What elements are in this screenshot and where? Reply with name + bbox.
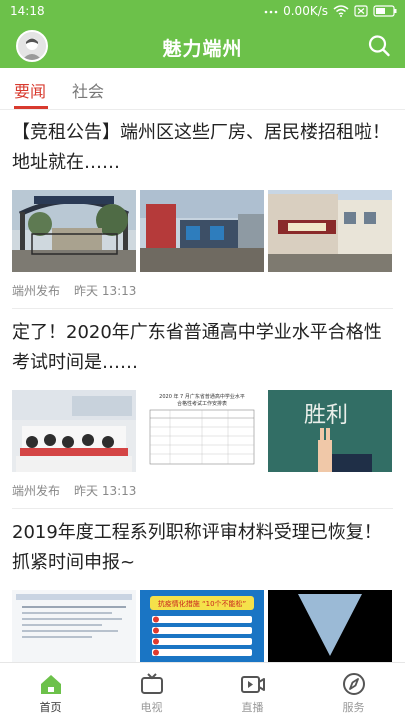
tv-icon [140, 673, 163, 694]
divider [12, 508, 393, 509]
network-speed: 0.00K/s [283, 4, 328, 18]
news-source: 端州发布 [12, 484, 61, 498]
wifi-icon [333, 5, 349, 17]
active-tab-indicator [14, 106, 48, 109]
page-title: 魅力端州 [162, 38, 243, 60]
news-item[interactable]: 【竞租公告】端州区这些厂房、居民楼招租啦！地址就在…… 端州发布 昨天 13:1… [0, 110, 405, 310]
app-bar: 魅力端州 [0, 24, 405, 68]
news-thumbnail [12, 190, 136, 272]
news-item[interactable]: 定了！2020年广东省普通高中学业水平合格性考试时间是…… 2020 年 7 月… [0, 310, 405, 510]
divider [12, 308, 393, 309]
compass-icon [342, 673, 365, 695]
news-meta: 端州发布 昨天 13:13 [12, 282, 136, 299]
nav-live[interactable]: 直播 [202, 663, 303, 720]
more-dots-icon [264, 5, 278, 17]
nav-service[interactable]: 服务 [303, 663, 404, 720]
tab-society[interactable]: 社会 [72, 78, 104, 102]
status-bar: 14:18 0.00K/s [0, 0, 405, 24]
nav-tv[interactable]: 电视 [101, 663, 202, 720]
nav-home[interactable]: 首页 [0, 663, 101, 720]
battery-icon [373, 5, 397, 17]
live-video-icon [240, 676, 265, 693]
nav-tv-label: 电视 [140, 701, 163, 714]
news-thumbnail [12, 390, 136, 472]
sim-off-icon [354, 5, 368, 17]
news-time: 昨天 13:13 [74, 484, 137, 498]
tab-news[interactable]: 要闻 [14, 78, 46, 102]
news-title[interactable]: 2019年度工程系列职称评审材料受理已恢复！抓紧时间申报~ [12, 518, 394, 578]
news-thumbnail [12, 590, 136, 672]
news-thumbnail: 抗疫情化措施 “10个不能松” [140, 590, 264, 672]
home-icon [40, 675, 61, 694]
exam-doc-title: 2020 年 7 月广东省普通高中学业水平 [159, 393, 245, 400]
news-thumbnail [268, 590, 392, 672]
news-thumbnail [140, 190, 264, 272]
news-thumbnail [268, 190, 392, 272]
nav-live-label: 直播 [241, 701, 264, 714]
bottom-nav: 首页 电视 直播 服务 [0, 662, 405, 720]
nav-service-label: 服务 [342, 701, 365, 714]
news-source: 端州发布 [12, 284, 61, 298]
news-time: 昨天 13:13 [74, 284, 137, 298]
news-title[interactable]: 定了！2020年广东省普通高中学业水平合格性考试时间是…… [12, 318, 394, 378]
search-icon[interactable] [365, 32, 393, 60]
blackboard-text: 胜利 [304, 403, 348, 428]
poster-title: 抗疫情化措施 “10个不能松” [158, 599, 246, 608]
news-item[interactable]: 2019年度工程系列职称评审材料受理已恢复！抓紧时间申报~ 抗疫情化措施 “10… [0, 510, 405, 672]
news-title[interactable]: 【竞租公告】端州区这些厂房、居民楼招租啦！地址就在…… [12, 118, 394, 178]
category-tabs: 要闻 社会 [0, 68, 405, 110]
nav-home-label: 首页 [39, 701, 62, 714]
news-thumbnail: 2020 年 7 月广东省普通高中学业水平 合格性考试工作安排表 [140, 390, 264, 472]
status-time: 14:18 [10, 4, 45, 18]
exam-doc-subtitle: 合格性考试工作安排表 [177, 400, 227, 407]
news-thumbnail: 胜利 [268, 390, 392, 472]
news-meta: 端州发布 昨天 13:13 [12, 482, 136, 499]
status-icons: 0.00K/s [264, 4, 397, 18]
